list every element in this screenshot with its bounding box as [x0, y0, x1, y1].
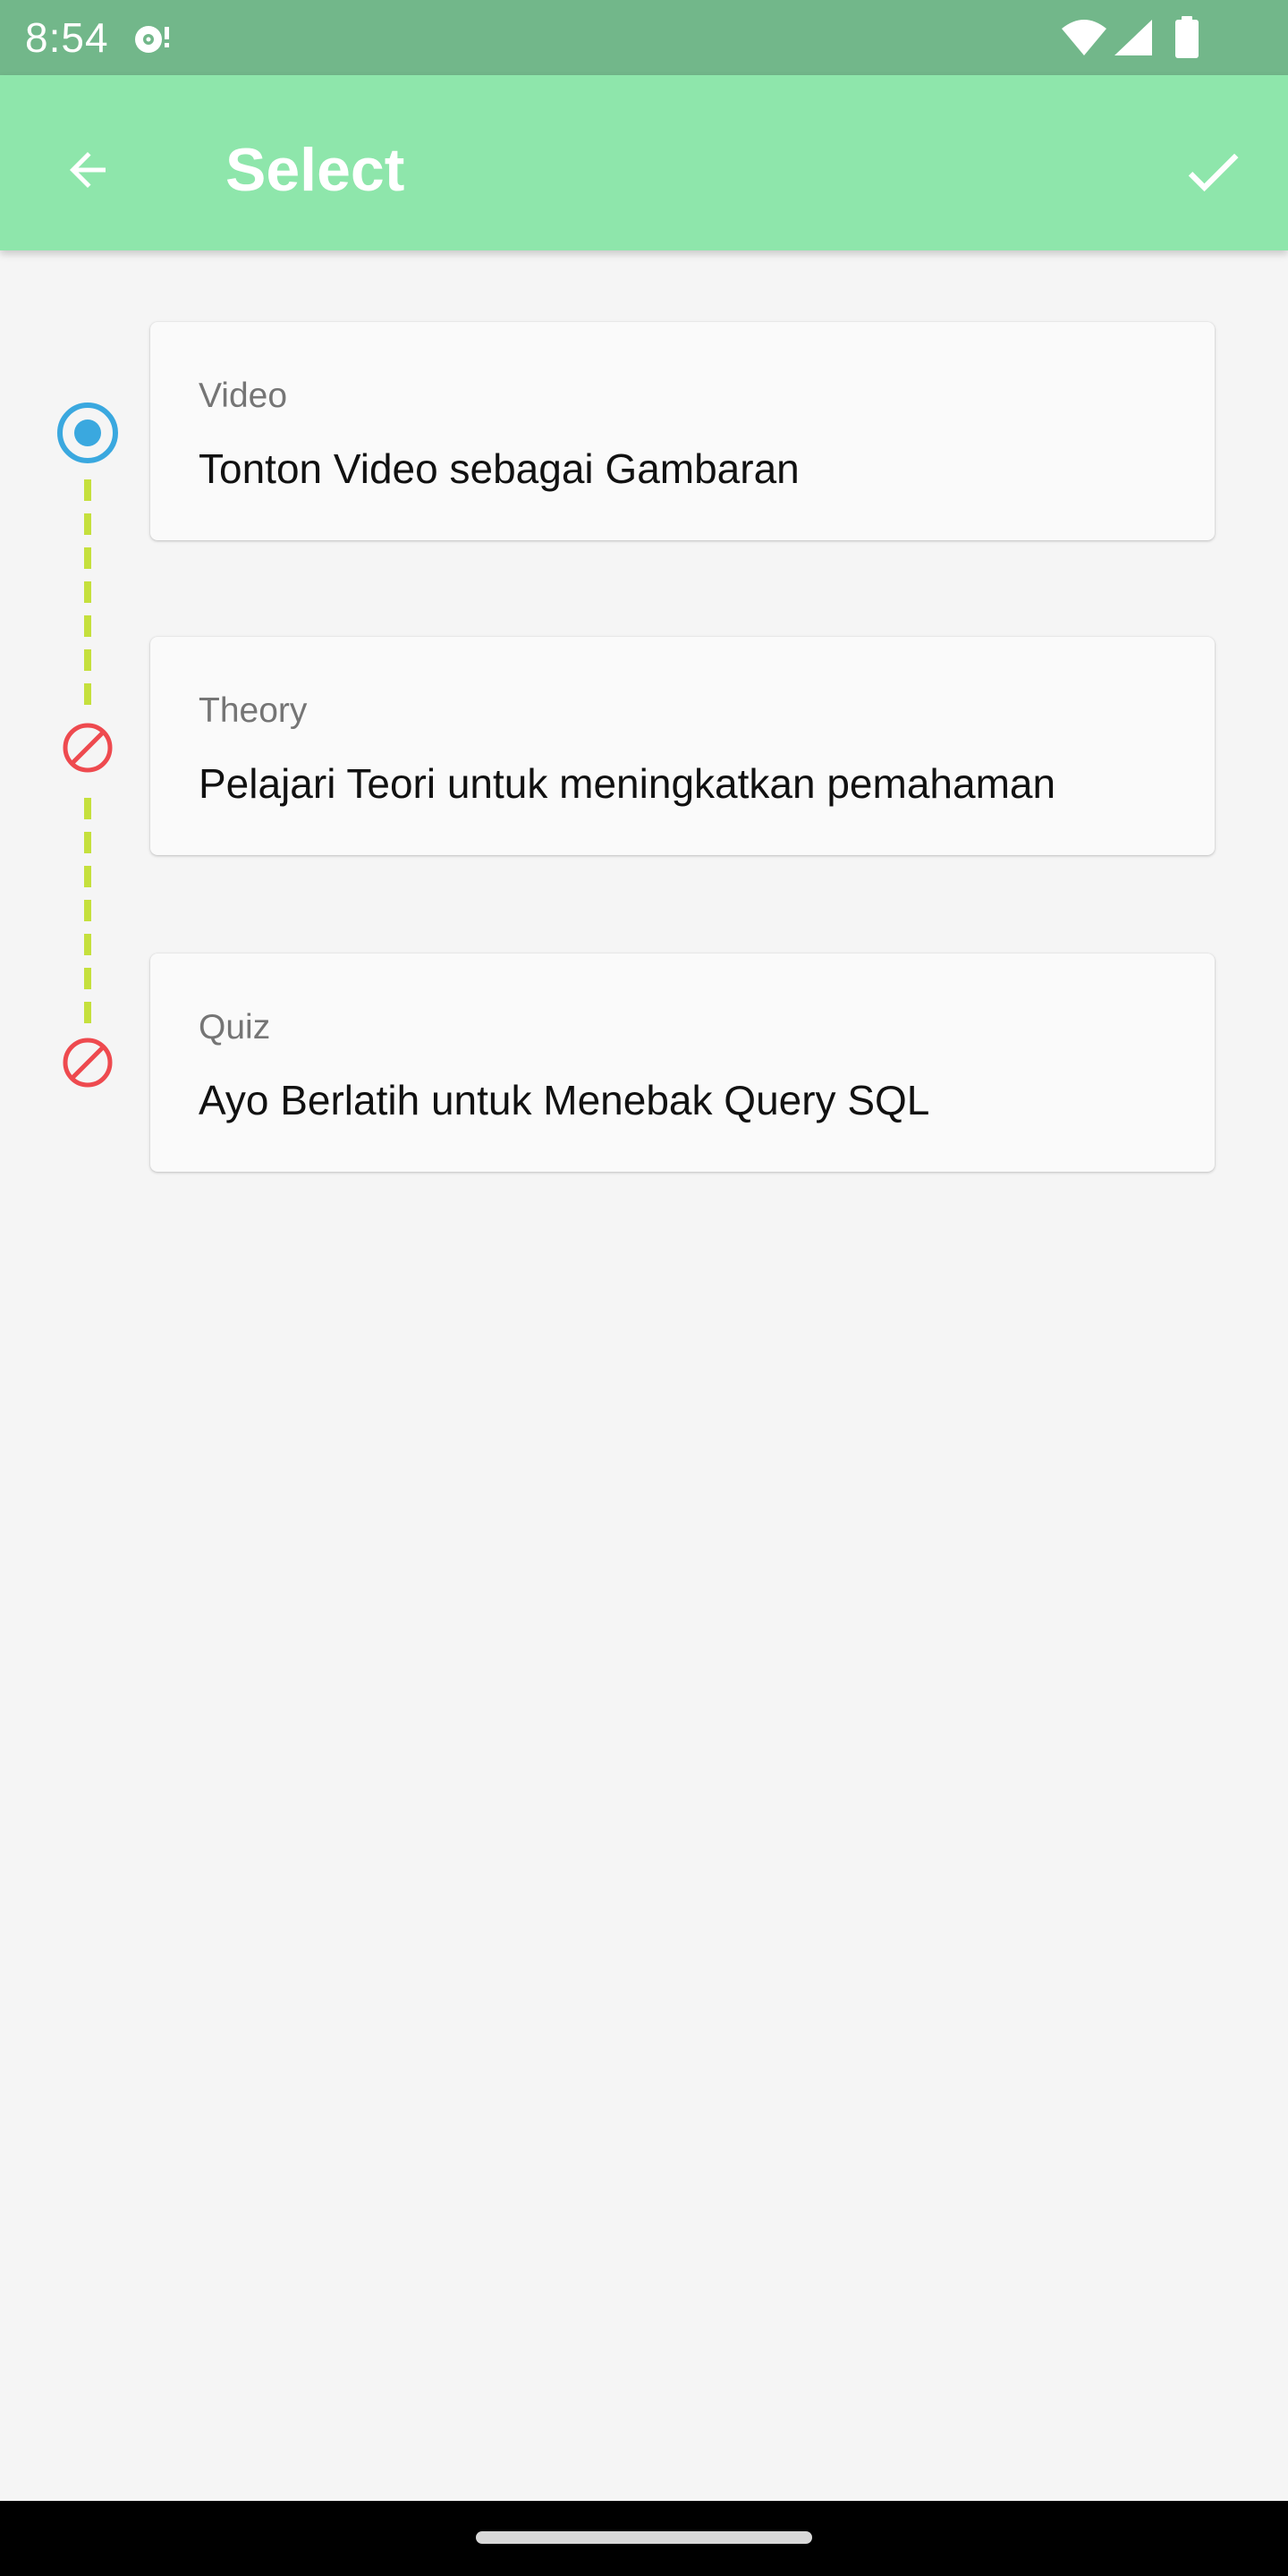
blocked-icon: [63, 1038, 113, 1088]
wifi-icon: [1062, 20, 1106, 55]
home-gesture-handle[interactable]: [476, 2531, 812, 2544]
select-screen: 8:54 Select Video Tonton Video sebagai G…: [0, 0, 1288, 2576]
step-description: Pelajari Teori untuk meningkatkan pemaha…: [199, 760, 1056, 807]
status-bar: 8:54: [0, 0, 1288, 75]
notification-icon: [135, 26, 169, 53]
step-card-video[interactable]: Video Tonton Video sebagai Gambaran: [150, 322, 1215, 540]
app-bar: Select: [0, 75, 1288, 250]
step-description: Tonton Video sebagai Gambaran: [199, 445, 800, 492]
confirm-button[interactable]: [1172, 131, 1254, 213]
radio-selected-icon[interactable]: [55, 401, 120, 465]
step-label: Quiz: [199, 1008, 271, 1046]
blocked-icon: [63, 723, 113, 773]
back-button[interactable]: [50, 132, 125, 208]
check-icon: [1188, 153, 1239, 192]
timeline-connector: [84, 479, 91, 717]
page-title: Select: [225, 136, 405, 204]
step-card-quiz[interactable]: Quiz Ayo Berlatih untuk Menebak Query SQ…: [150, 953, 1215, 1172]
step-label: Theory: [199, 691, 308, 730]
battery-icon: [1175, 16, 1199, 58]
arrow-back-icon: [70, 152, 106, 188]
step-description: Ayo Berlatih untuk Menebak Query SQL: [199, 1077, 930, 1123]
system-nav-bar: [0, 2501, 1288, 2576]
step-card-theory[interactable]: Theory Pelajari Teori untuk meningkatkan…: [150, 637, 1215, 855]
step-label: Video: [199, 377, 288, 415]
step-timeline: Video Tonton Video sebagai Gambaran Theo…: [0, 250, 1288, 1234]
cell-signal-icon: [1114, 20, 1152, 55]
timeline-connector: [84, 798, 91, 1032]
status-time: 8:54: [25, 14, 109, 61]
